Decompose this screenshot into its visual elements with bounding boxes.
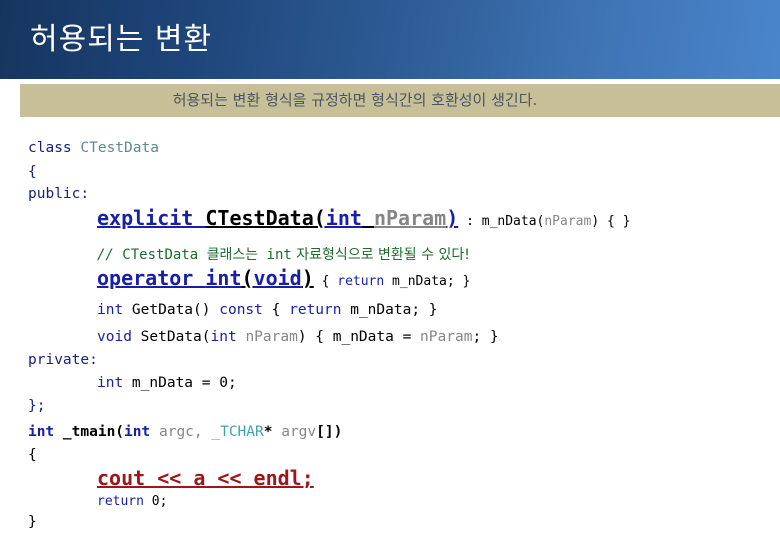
- code-line-setdata: void SetData(int nParam) { m_nData = nPa…: [97, 329, 499, 345]
- token-setdata-tail: ; }: [472, 329, 499, 345]
- code-line-operator-int: operator int(void) { return m_nData; }: [97, 266, 470, 290]
- code-line-comment: // CTestData 클래스는 int 자료형식으로 변환될 수 있다!: [97, 244, 470, 264]
- code-line-class-end: };: [28, 398, 45, 414]
- subtitle-text: 허용되는 변환 형식을 규정하면 형식간의 호환성이 생긴다.: [172, 91, 538, 109]
- token-cout-statement: cout << a << endl;: [97, 466, 314, 490]
- code-line-member-decl: int m_nData = 0;: [97, 375, 237, 391]
- token-getdata-open: {: [262, 302, 290, 318]
- token-init-list: : m_nData(: [458, 214, 545, 229]
- token-getdata-rest: m_nData; }: [341, 302, 438, 318]
- token-getdata-name: GetData(): [123, 302, 220, 318]
- token-comment-slashes: //: [97, 247, 123, 263]
- code-line-explicit-ctor: explicit CTestData(int nParam) : m_nData…: [97, 206, 630, 230]
- code-line-tmain-open-brace: {: [28, 447, 37, 463]
- code-line-return-zero: return 0;: [97, 494, 167, 509]
- token-tmain-argc-int: int: [124, 424, 151, 440]
- token-tmain-open-brace: {: [28, 447, 37, 463]
- page-title: 허용되는 변환: [30, 22, 213, 57]
- token-keyword-void-2: void: [97, 329, 132, 345]
- token-tmain-tchar: _TCHAR: [211, 424, 264, 440]
- token-body-rest: m_nData; }: [384, 274, 471, 289]
- code-line-cout: cout << a << endl;: [97, 466, 314, 490]
- token-close-paren-2: ): [301, 266, 314, 290]
- code-line-tmain-close-brace: }: [28, 514, 37, 530]
- token-classname-ctestdata: CTestData: [80, 140, 159, 156]
- token-keyword-void: void: [253, 266, 302, 290]
- subtitle-band: 허용되는 변환 형식을 규정하면 형식간의 호환성이 생긴다.: [20, 84, 780, 117]
- token-tmain-star: *: [263, 424, 282, 440]
- token-tmain-argv: argv: [281, 424, 317, 440]
- token-setdata-int: int: [210, 329, 237, 345]
- token-tmain-argc: argc,: [150, 424, 212, 440]
- token-ctor-name: CTestData(: [205, 206, 326, 230]
- slide-header-banner: 허용되는 변환: [0, 0, 780, 79]
- token-keyword-class: class: [28, 140, 81, 156]
- token-type-int: int: [325, 206, 362, 230]
- token-body-open: {: [313, 274, 338, 289]
- token-return-value: 0;: [143, 494, 168, 509]
- token-tmain-int: int: [28, 424, 55, 440]
- token-member-rest: m_nData = 0;: [123, 375, 237, 391]
- token-comment-int: int: [266, 247, 292, 263]
- token-keyword-operator: operator: [97, 266, 206, 290]
- token-param-nparam: nParam: [373, 206, 447, 230]
- token-operator-type-int: int: [205, 266, 242, 290]
- code-line-public: public:: [28, 186, 89, 202]
- token-setdata-name: SetData(: [131, 329, 211, 345]
- code-line-getdata: int GetData() const { return m_nData; }: [97, 302, 438, 318]
- token-comment-part-a: CTestData 클래스는: [122, 247, 267, 263]
- token-keyword-explicit: explicit: [97, 206, 206, 230]
- token-close-paren: ): [446, 206, 459, 230]
- token-init-tail: ) { }: [591, 214, 631, 229]
- code-line-private: private:: [28, 352, 98, 368]
- token-access-public: public:: [28, 186, 90, 202]
- token-getdata-int: int: [97, 302, 124, 318]
- token-return-keyword: return: [97, 494, 144, 509]
- token-tmain-close-brace: }: [28, 514, 37, 530]
- token-keyword-return: return: [337, 274, 385, 289]
- token-setdata-rest: ) { m_nData =: [297, 329, 421, 345]
- token-tmain-brackets: []): [316, 424, 343, 440]
- token-open-brace: {: [28, 164, 37, 180]
- token-init-param: nParam: [544, 214, 592, 229]
- code-line-open-brace: {: [28, 164, 37, 180]
- token-setdata-param: nParam: [245, 329, 298, 345]
- code-line-tmain-signature: int _tmain(int argc, _TCHAR* argv[]): [28, 424, 342, 440]
- code-listing: class CTestData { public: explicit CTest…: [0, 124, 780, 540]
- token-member-int: int: [97, 375, 124, 391]
- token-comment-part-b: 자료형식으로 변환될 수 있다!: [291, 247, 470, 263]
- token-tmain-name: _tmain(: [54, 424, 125, 440]
- token-getdata-return: return: [289, 302, 342, 318]
- token-setdata-param-2: nParam: [420, 329, 473, 345]
- token-open-paren: (: [241, 266, 254, 290]
- token-class-end: };: [28, 398, 46, 414]
- token-keyword-const: const: [219, 302, 263, 318]
- token-access-private: private:: [28, 352, 98, 368]
- code-line-class-decl: class CTestData: [28, 140, 159, 156]
